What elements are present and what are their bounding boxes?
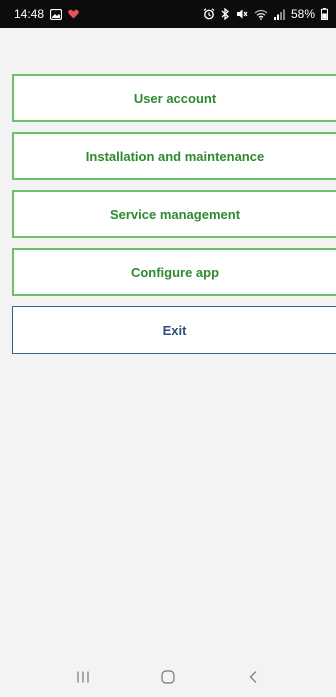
gallery-icon (50, 8, 63, 20)
bluetooth-icon (221, 8, 230, 20)
configure-app-button[interactable]: Configure app (12, 248, 336, 296)
signal-icon (273, 9, 285, 20)
main-menu: User account Installation and maintenanc… (12, 74, 336, 364)
status-bar: 14:48 58% (0, 0, 336, 28)
user-account-button[interactable]: User account (12, 74, 336, 122)
wifi-icon (254, 9, 268, 20)
back-icon[interactable] (233, 662, 273, 692)
service-management-button[interactable]: Service management (12, 190, 336, 238)
navigation-bar (0, 656, 336, 697)
status-right: 58% (203, 7, 328, 21)
main-content: User account Installation and maintenanc… (0, 28, 336, 656)
battery-icon (321, 8, 328, 20)
home-icon[interactable] (148, 662, 188, 692)
status-left: 14:48 (14, 7, 79, 21)
recent-apps-icon[interactable] (63, 662, 103, 692)
heart-icon (68, 9, 79, 19)
alarm-icon (203, 8, 215, 20)
mute-icon (236, 8, 248, 20)
status-time: 14:48 (14, 7, 45, 21)
battery-percent: 58% (290, 7, 315, 21)
installation-maintenance-button[interactable]: Installation and maintenance (12, 132, 336, 180)
exit-button[interactable]: Exit (12, 306, 336, 354)
